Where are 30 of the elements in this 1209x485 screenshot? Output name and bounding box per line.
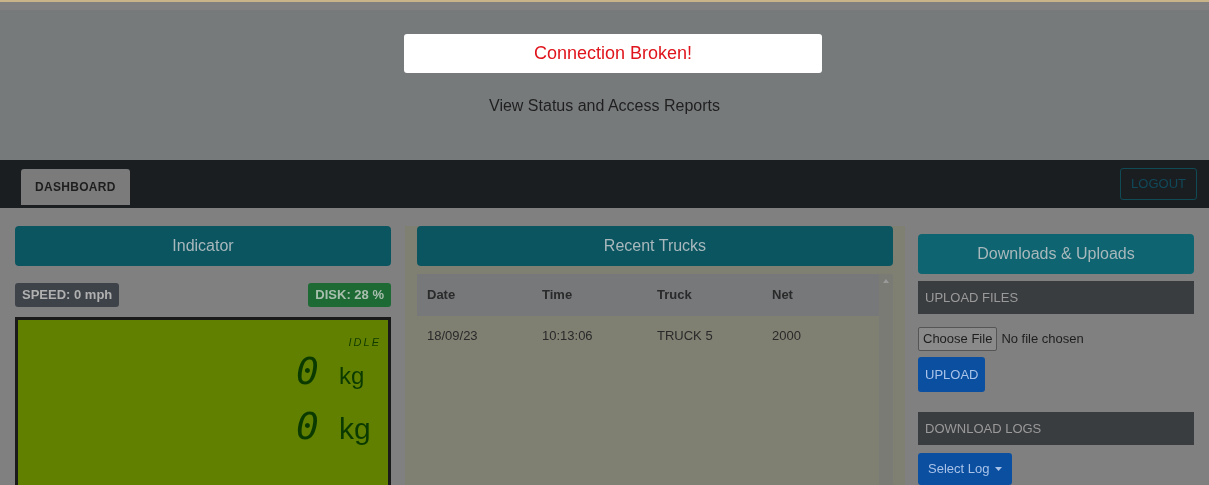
column-header: Date bbox=[426, 286, 457, 305]
panel-title: Downloads & Uploads bbox=[918, 234, 1194, 274]
section-heading: UPLOAD FILES bbox=[918, 281, 1194, 314]
scroll-up-icon[interactable] bbox=[883, 279, 890, 283]
table-cell-text: 18/09/23 bbox=[426, 327, 479, 346]
scrollbar[interactable] bbox=[879, 274, 893, 485]
file-status: No file chosen bbox=[1001, 330, 1084, 349]
section-heading: DOWNLOAD LOGS bbox=[918, 412, 1194, 445]
speed-badge: SPEED: 0 mph bbox=[15, 283, 120, 307]
nav-tab[interactable]: DASHBOARD bbox=[21, 169, 130, 205]
disk-badge: DISK: 28 % bbox=[308, 283, 391, 307]
table-cell-text: 2000 bbox=[771, 327, 802, 346]
weight-value: 0 bbox=[296, 352, 319, 390]
caret-icon bbox=[995, 467, 1003, 471]
upload-button[interactable]: UPLOAD bbox=[918, 357, 986, 392]
weight-unit: kg bbox=[339, 411, 372, 447]
header-subtitle: View Status and Access Reports bbox=[489, 96, 720, 116]
column-header: Net bbox=[771, 286, 794, 305]
choose-file-button[interactable]: Choose File bbox=[918, 327, 998, 351]
column-header: Truck bbox=[656, 286, 693, 305]
weight-value: 0 bbox=[296, 407, 319, 445]
table-cell-text: TRUCK 5 bbox=[656, 327, 714, 346]
table-cell-text: 10:13:06 bbox=[541, 327, 594, 346]
select-log-dropdown[interactable]: Select Log bbox=[918, 453, 1013, 485]
weight-unit: kg bbox=[339, 361, 366, 391]
alert-message: Connection Broken! bbox=[533, 42, 693, 65]
panel-title: Recent Trucks bbox=[417, 226, 893, 266]
panel-title: Indicator bbox=[15, 226, 391, 266]
status-text: IDLE bbox=[348, 334, 381, 350]
column-header: Time bbox=[541, 286, 574, 305]
